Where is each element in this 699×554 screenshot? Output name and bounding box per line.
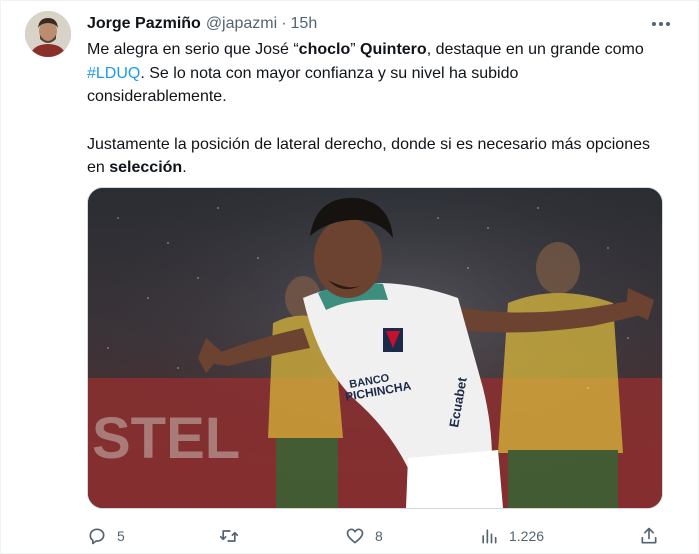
hashtag-link[interactable]: #LDUQ <box>87 65 140 82</box>
tweet-actions: 5 8 1.226 <box>87 523 667 549</box>
like-count: 8 <box>375 528 383 544</box>
author-handle[interactable]: @japazmi <box>206 15 277 33</box>
more-options-icon[interactable] <box>652 14 670 34</box>
reply-icon <box>89 528 105 545</box>
background-sign: STEL <box>92 406 240 471</box>
share-button[interactable] <box>639 523 659 549</box>
like-button[interactable]: 8 <box>345 523 383 549</box>
views-button[interactable]: 1.226 <box>479 523 544 549</box>
retweet-icon <box>219 530 239 542</box>
avatar[interactable] <box>25 11 71 57</box>
tweet-photo[interactable]: STEL BANCO PICHINCHA Ecuabet <box>87 187 663 509</box>
reply-button[interactable]: 5 <box>87 523 125 549</box>
tweet-card[interactable]: Jorge Pazmiño @japazmi · 15h Me alegra e… <box>0 0 699 554</box>
tweet-paragraph-1: Me alegra en serio que José “choclo” Qui… <box>87 41 644 105</box>
reply-count: 5 <box>117 528 125 544</box>
tweet-header: Jorge Pazmiño @japazmi · 15h <box>87 13 658 35</box>
view-count: 1.226 <box>509 528 545 544</box>
tweet-time[interactable]: 15h <box>291 15 318 33</box>
tweet-text: Me alegra en serio que José “choclo” Qui… <box>87 38 657 180</box>
heart-icon <box>346 528 364 544</box>
share-icon <box>641 527 657 544</box>
analytics-icon <box>482 529 497 544</box>
author-name[interactable]: Jorge Pazmiño <box>87 15 201 33</box>
retweet-button[interactable] <box>219 523 249 549</box>
separator-dot: · <box>281 15 287 32</box>
tweet-paragraph-2: Justamente la posición de lateral derech… <box>87 135 650 177</box>
